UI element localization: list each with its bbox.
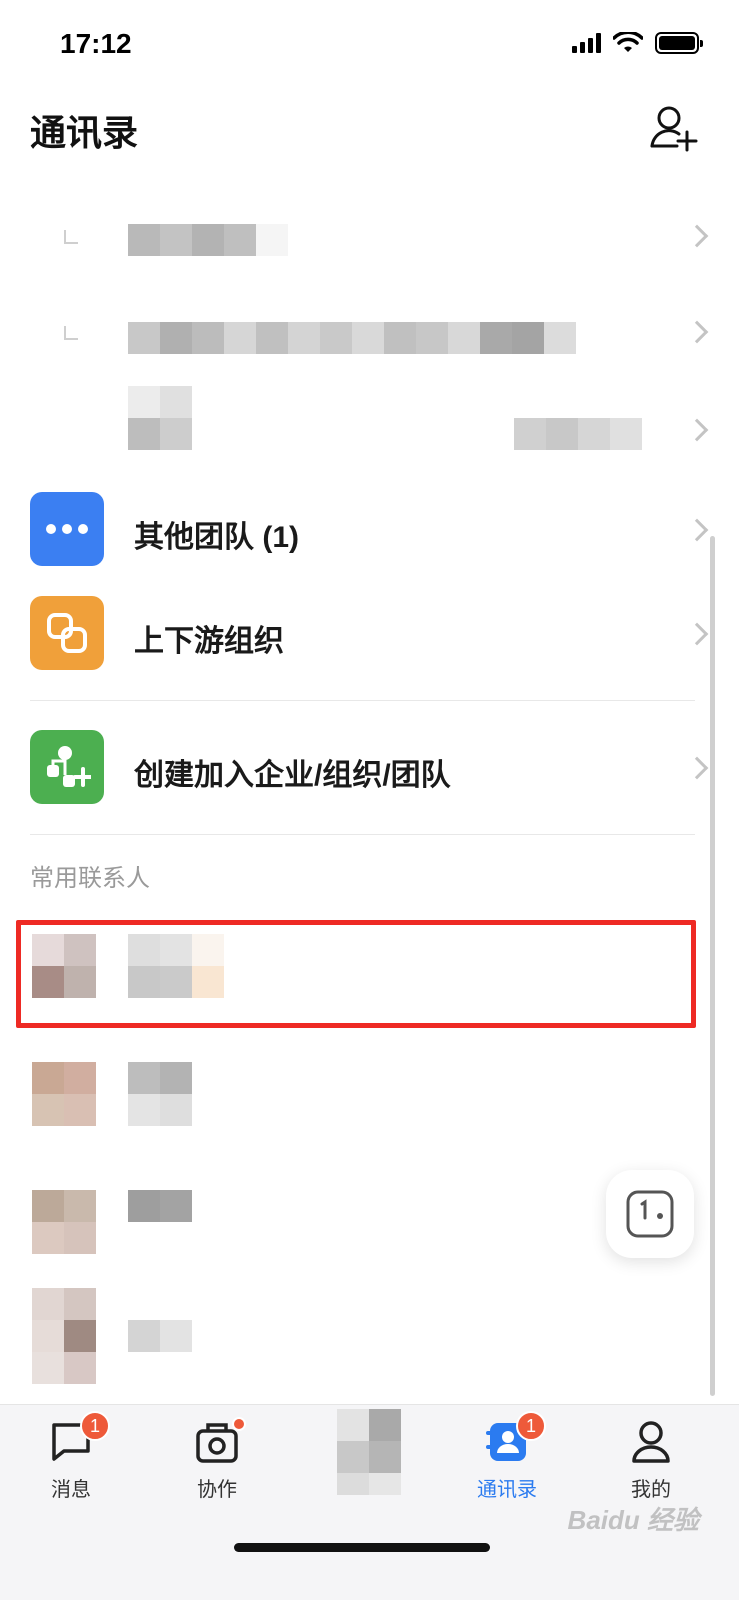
watermark: Baidu 经验 xyxy=(567,1505,699,1535)
scrollbar[interactable] xyxy=(710,536,715,1396)
upstream-downstream-row[interactable]: 上下游组织 xyxy=(0,584,739,684)
profile-icon xyxy=(628,1419,674,1465)
add-contact-button[interactable] xyxy=(649,104,699,154)
divider xyxy=(30,834,695,835)
tab-messages[interactable]: 1 消息 xyxy=(16,1411,126,1509)
other-teams-row[interactable]: 其他团队 (1) xyxy=(0,480,739,580)
person-add-icon xyxy=(650,106,698,152)
upstream-downstream-label: 上下游组织 xyxy=(134,625,284,658)
chevron-right-icon xyxy=(685,756,709,780)
status-icons xyxy=(572,32,703,54)
home-indicator xyxy=(234,1543,490,1552)
notification-dot xyxy=(232,1417,246,1431)
blurred-org-detail xyxy=(514,418,642,450)
badge: 1 xyxy=(80,1411,110,1441)
divider xyxy=(30,700,695,701)
contact-item[interactable] xyxy=(0,1050,739,1160)
chevron-right-icon xyxy=(685,224,709,248)
link-icon xyxy=(30,596,104,670)
collab-icon xyxy=(194,1417,246,1465)
frequent-contacts-label: 常用联系人 xyxy=(30,865,150,892)
tab-label: 我的 xyxy=(631,1479,671,1501)
signal-icon xyxy=(572,33,601,53)
blurred-contact-name xyxy=(128,1320,192,1352)
chat-icon: 1 xyxy=(48,1411,110,1465)
tab-label: 协作 xyxy=(197,1479,237,1501)
badge: 1 xyxy=(516,1411,546,1441)
chevron-right-icon xyxy=(685,622,709,646)
wifi-icon xyxy=(613,32,643,52)
tree-branch-icon xyxy=(64,230,78,244)
tab-label: 通讯录 xyxy=(477,1479,537,1501)
more-dots-icon xyxy=(30,492,104,566)
status-bar: 17:12 xyxy=(0,0,739,90)
blurred-org-name xyxy=(128,322,576,354)
other-teams-label: 其他团队 (1) xyxy=(134,521,299,554)
org-add-icon xyxy=(30,730,104,804)
blurred-icon xyxy=(337,1409,401,1495)
blurred-org-name xyxy=(128,224,288,256)
avatar xyxy=(32,1062,96,1126)
tab-profile[interactable]: 我的 xyxy=(596,1419,706,1509)
assistant-icon xyxy=(626,1190,674,1238)
battery-icon xyxy=(655,32,703,54)
contacts-icon: 1 xyxy=(484,1411,546,1465)
contact-item[interactable] xyxy=(0,1288,739,1398)
avatar xyxy=(32,1288,96,1384)
tab-middle[interactable] xyxy=(314,1409,424,1509)
blurred-contact-name xyxy=(128,1190,192,1222)
tab-collab[interactable]: 协作 xyxy=(162,1417,272,1509)
org-row[interactable] xyxy=(0,286,739,382)
create-join-org-label: 创建加入企业/组织/团队 xyxy=(134,759,451,792)
chevron-right-icon xyxy=(685,320,709,344)
tab-contacts[interactable]: 1 通讯录 xyxy=(452,1411,562,1509)
create-join-org-row[interactable]: 创建加入企业/组织/团队 xyxy=(0,718,739,818)
status-time: 17:12 xyxy=(60,28,132,59)
avatar xyxy=(32,1190,96,1254)
tree-branch-icon xyxy=(64,326,78,340)
highlight-box xyxy=(16,920,696,1028)
tab-label: 消息 xyxy=(51,1479,91,1501)
floating-assistant-button[interactable] xyxy=(606,1170,694,1258)
chevron-right-icon xyxy=(685,418,709,442)
org-row[interactable] xyxy=(0,188,739,284)
blurred-org-name xyxy=(128,386,192,450)
blurred-contact-name xyxy=(128,1062,192,1126)
page-title: 通讯录 xyxy=(30,112,139,153)
chevron-right-icon xyxy=(685,518,709,542)
org-row[interactable] xyxy=(0,382,739,478)
